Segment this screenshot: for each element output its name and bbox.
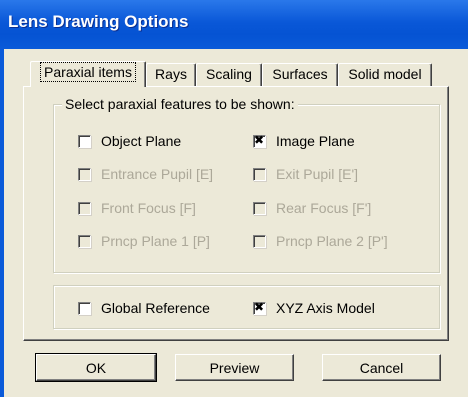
dialog-title: Lens Drawing Options bbox=[8, 12, 189, 31]
checkbox-label: Prncp Plane 2 [P'] bbox=[276, 233, 388, 249]
checkbox-label: Prncp Plane 1 [P] bbox=[101, 233, 210, 249]
checkbox-label: XYZ Axis Model bbox=[276, 300, 375, 316]
checkbox-box bbox=[253, 201, 266, 215]
checkbox-label: Object Plane bbox=[101, 133, 182, 149]
checkbox-box bbox=[253, 167, 266, 181]
tab-label: Solid model bbox=[348, 66, 422, 82]
tab-surfaces[interactable]: Surfaces bbox=[262, 63, 338, 86]
checkbox-box[interactable] bbox=[78, 134, 91, 148]
checkbox-label: Exit Pupil [E'] bbox=[276, 166, 359, 182]
title-bar[interactable]: Lens Drawing Options bbox=[0, 0, 468, 49]
tab-solid-model[interactable]: Solid model bbox=[338, 63, 432, 86]
button-label: Cancel bbox=[359, 360, 404, 376]
tab-label: Scaling bbox=[206, 66, 252, 82]
checkbox-box[interactable] bbox=[253, 133, 266, 148]
principal-plane-2-checkbox: Prncp Plane 2 [P'] bbox=[253, 232, 388, 250]
tab-rays[interactable]: Rays bbox=[146, 63, 196, 86]
tab-scaling[interactable]: Scaling bbox=[196, 63, 262, 86]
tab-label: Paraxial items bbox=[40, 62, 136, 82]
button-label: Preview bbox=[209, 360, 260, 376]
ok-button[interactable]: OK bbox=[35, 353, 157, 382]
xyz-axis-model-checkbox[interactable]: XYZ Axis Model bbox=[253, 299, 375, 317]
tab-label: Surfaces bbox=[272, 66, 328, 82]
checkbox-label: Rear Focus [F'] bbox=[276, 200, 372, 216]
checkbox-box bbox=[253, 234, 266, 248]
checkbox-box bbox=[78, 201, 91, 215]
entrance-pupil-checkbox: Entrance Pupil [E] bbox=[78, 165, 213, 183]
group-title: Select paraxial features to be shown: bbox=[62, 96, 298, 112]
checkbox-label: Front Focus [F] bbox=[101, 200, 196, 216]
preview-button[interactable]: Preview bbox=[175, 354, 294, 381]
exit-pupil-checkbox: Exit Pupil [E'] bbox=[253, 165, 358, 183]
principal-plane-1-checkbox: Prncp Plane 1 [P] bbox=[78, 232, 210, 250]
image-plane-checkbox[interactable]: Image Plane bbox=[253, 132, 355, 150]
rear-focus-checkbox: Rear Focus [F'] bbox=[253, 199, 371, 217]
global-reference-checkbox[interactable]: Global Reference bbox=[78, 299, 210, 317]
object-plane-checkbox[interactable]: Object Plane bbox=[78, 132, 181, 150]
checkbox-label: Image Plane bbox=[276, 133, 355, 149]
checkbox-label: Entrance Pupil [E] bbox=[101, 166, 214, 182]
tab-label: Rays bbox=[155, 66, 187, 82]
checkbox-box bbox=[78, 167, 91, 181]
button-label: OK bbox=[85, 360, 107, 376]
lens-drawing-options-dialog: Lens Drawing Options Paraxial items Rays… bbox=[0, 0, 468, 397]
checkbox-box bbox=[78, 234, 91, 248]
checkbox-box[interactable] bbox=[253, 300, 266, 315]
tab-paraxial-items[interactable]: Paraxial items bbox=[30, 61, 146, 87]
checkbox-box[interactable] bbox=[78, 301, 91, 315]
checkbox-label: Global Reference bbox=[101, 300, 210, 316]
cancel-button[interactable]: Cancel bbox=[322, 354, 441, 381]
front-focus-checkbox: Front Focus [F] bbox=[78, 199, 196, 217]
